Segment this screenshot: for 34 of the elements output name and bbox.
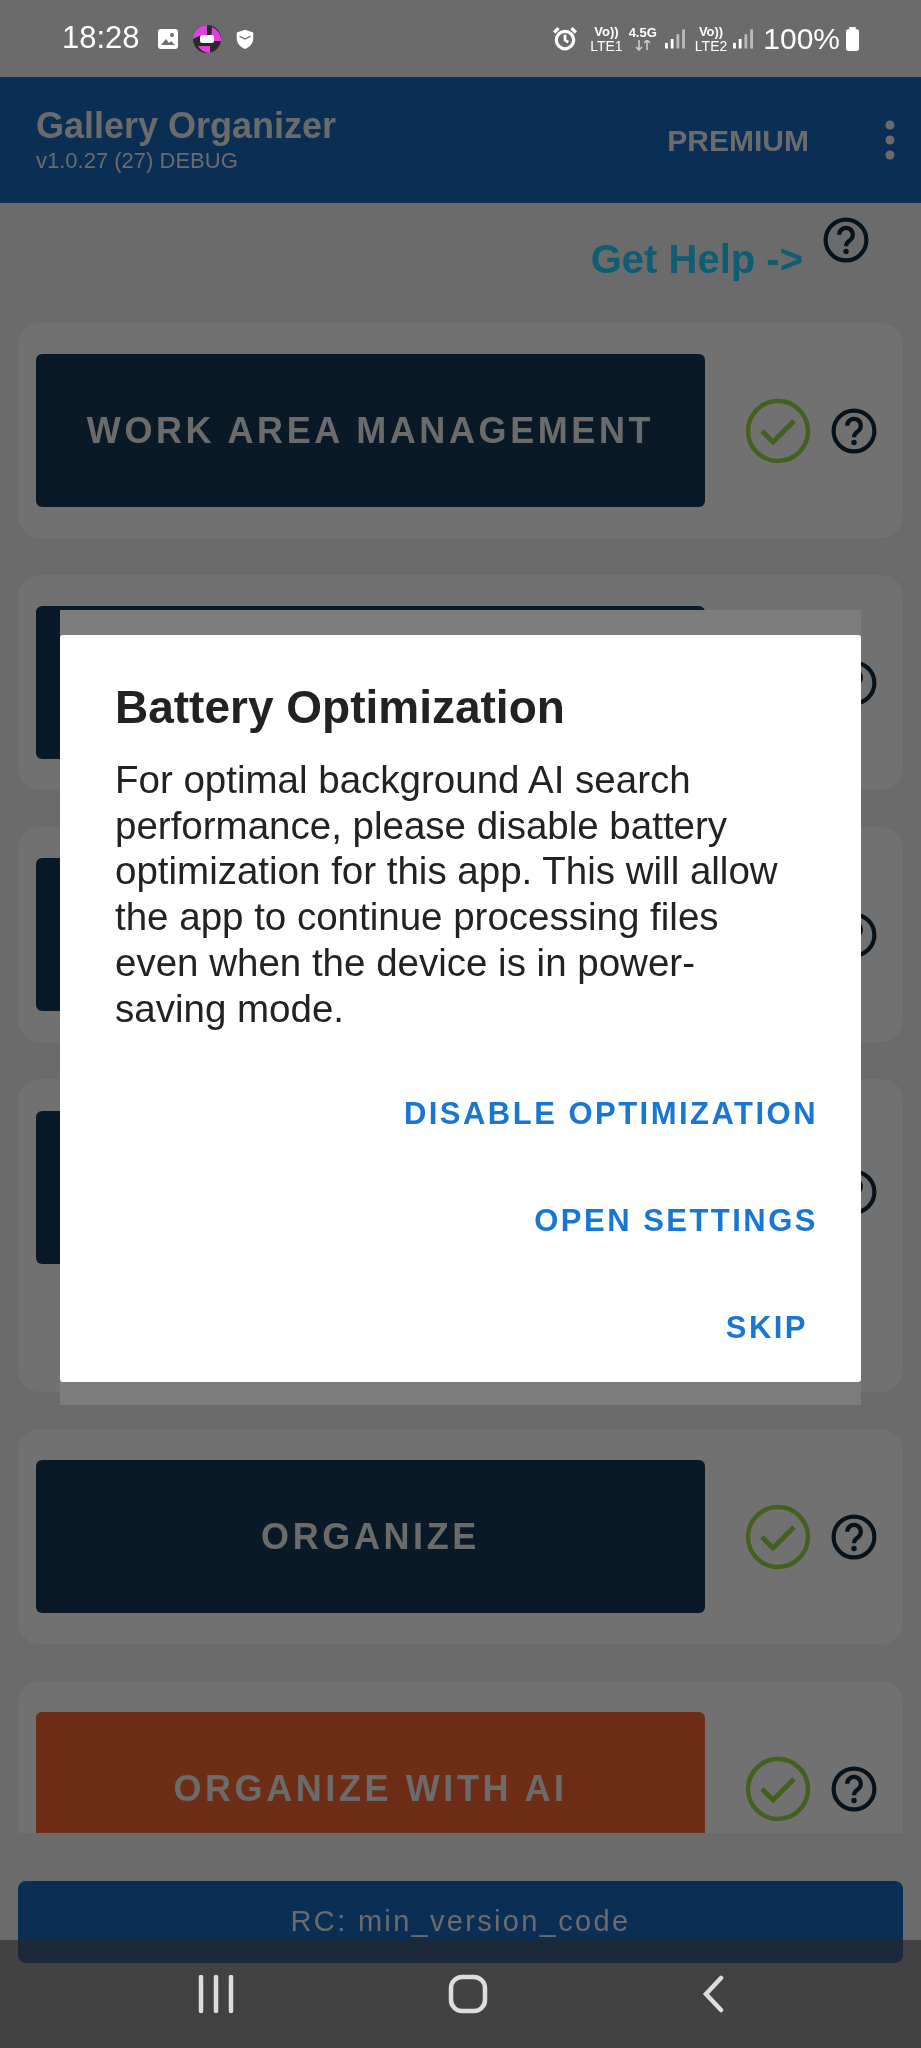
help-icon[interactable]: [823, 217, 869, 263]
action-button[interactable]: WORK AREA MANAGEMENT: [36, 354, 705, 507]
help-icon[interactable]: [831, 1513, 877, 1560]
dialog-action-button[interactable]: OPEN SETTINGS: [534, 1168, 818, 1276]
recent-apps-icon[interactable]: [196, 1975, 235, 2013]
volte-label: Vo)): [594, 24, 619, 39]
home-icon[interactable]: [447, 1974, 488, 2014]
sim-label: LTE2: [694, 38, 728, 53]
volte-label: Vo)): [698, 24, 724, 39]
premium-button[interactable]: PREMIUM: [667, 117, 809, 163]
battery-icon: [846, 26, 859, 51]
dialog-message: For optimal background AI search performance, please disable battery optimization for this app. This will allow the app to continue processing files even when the device is in power-saving mode.: [115, 757, 779, 1032]
app-notification-icon: [191, 23, 222, 54]
status-time: 18:28: [62, 19, 140, 58]
dialog-action-button[interactable]: SKIP: [725, 1275, 818, 1383]
more-options-icon[interactable]: [885, 120, 895, 160]
gallery-notification-icon: [155, 26, 180, 51]
dialog-title: Battery Optimization: [115, 680, 566, 735]
back-icon[interactable]: [700, 1975, 725, 2013]
app-version: v1.0.27 (27) DEBUG: [36, 147, 239, 175]
battery-percentage: 100%: [763, 21, 840, 57]
alarm-icon: [552, 25, 579, 52]
action-button[interactable]: ORGANIZE WITH AI: [36, 1712, 705, 1833]
signal-icon: [733, 27, 754, 50]
help-icon[interactable]: [831, 407, 877, 454]
network-type: 4.5G: [628, 26, 657, 40]
data-arrows-icon: [634, 40, 651, 51]
sim-label: LTE1: [590, 38, 623, 53]
dialog-action-button[interactable]: DISABLE OPTIMIZATION: [403, 1061, 818, 1169]
remote-config-banner: RC: min_version_code: [18, 1881, 903, 1963]
app-title: Gallery Organizer: [36, 105, 338, 147]
action-button[interactable]: ORGANIZE: [36, 1460, 705, 1613]
signal-icon: [664, 27, 685, 50]
help-icon[interactable]: [831, 1765, 877, 1812]
